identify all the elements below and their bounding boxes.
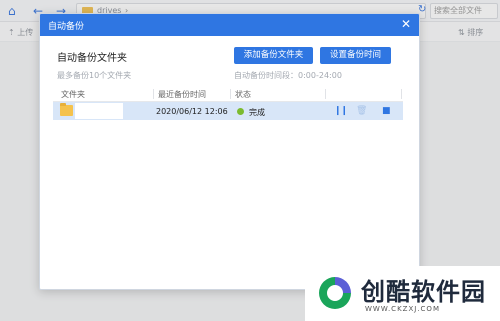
open-folder-icon[interactable]: ■ bbox=[382, 105, 391, 117]
dialog-header: 自动备份 ✕ bbox=[40, 14, 419, 36]
table-row[interactable]: 2020/06/12 12:06 完成 ❙❙ 🗑 ■ bbox=[53, 102, 403, 120]
watermark-logo-icon bbox=[319, 277, 351, 309]
set-backup-time-button[interactable]: 设置备份时间 bbox=[320, 47, 391, 64]
last-backup-time: 2020/06/12 12:06 bbox=[156, 107, 228, 116]
delete-icon[interactable]: 🗑 bbox=[356, 105, 367, 117]
add-backup-folder-button[interactable]: 添加备份文件夹 bbox=[234, 47, 313, 64]
column-header-status: 状态 bbox=[235, 90, 251, 99]
status-check-icon bbox=[237, 108, 244, 115]
status-text: 完成 bbox=[249, 108, 265, 117]
pause-icon[interactable]: ❙❙ bbox=[334, 105, 348, 117]
dialog-title: 自动备份 bbox=[48, 22, 85, 32]
column-divider bbox=[153, 89, 154, 99]
close-icon[interactable]: ✕ bbox=[399, 17, 413, 31]
section-title: 自动备份文件夹 bbox=[57, 53, 127, 64]
column-divider bbox=[325, 89, 326, 99]
table-header: 文件夹 最近备份时间 状态 bbox=[53, 86, 403, 102]
column-divider bbox=[230, 89, 231, 99]
backup-time-range: 自动备份时间段：0:00-24:00 bbox=[234, 71, 342, 80]
column-header-last-backup: 最近备份时间 bbox=[158, 90, 206, 99]
auto-backup-dialog: 自动备份 ✕ 自动备份文件夹 最多备份10个文件夹 添加备份文件夹 设置备份时间… bbox=[39, 13, 420, 290]
column-divider bbox=[401, 89, 402, 99]
folder-icon bbox=[60, 103, 73, 116]
watermark: 创酷软件园 WWW.CKZXJ.COM bbox=[305, 266, 500, 321]
max-folders-hint: 最多备份10个文件夹 bbox=[57, 71, 132, 80]
watermark-title: 创酷软件园 bbox=[361, 278, 486, 306]
column-header-folder: 文件夹 bbox=[61, 90, 85, 99]
folder-name bbox=[75, 103, 123, 119]
watermark-url: WWW.CKZXJ.COM bbox=[365, 305, 440, 313]
